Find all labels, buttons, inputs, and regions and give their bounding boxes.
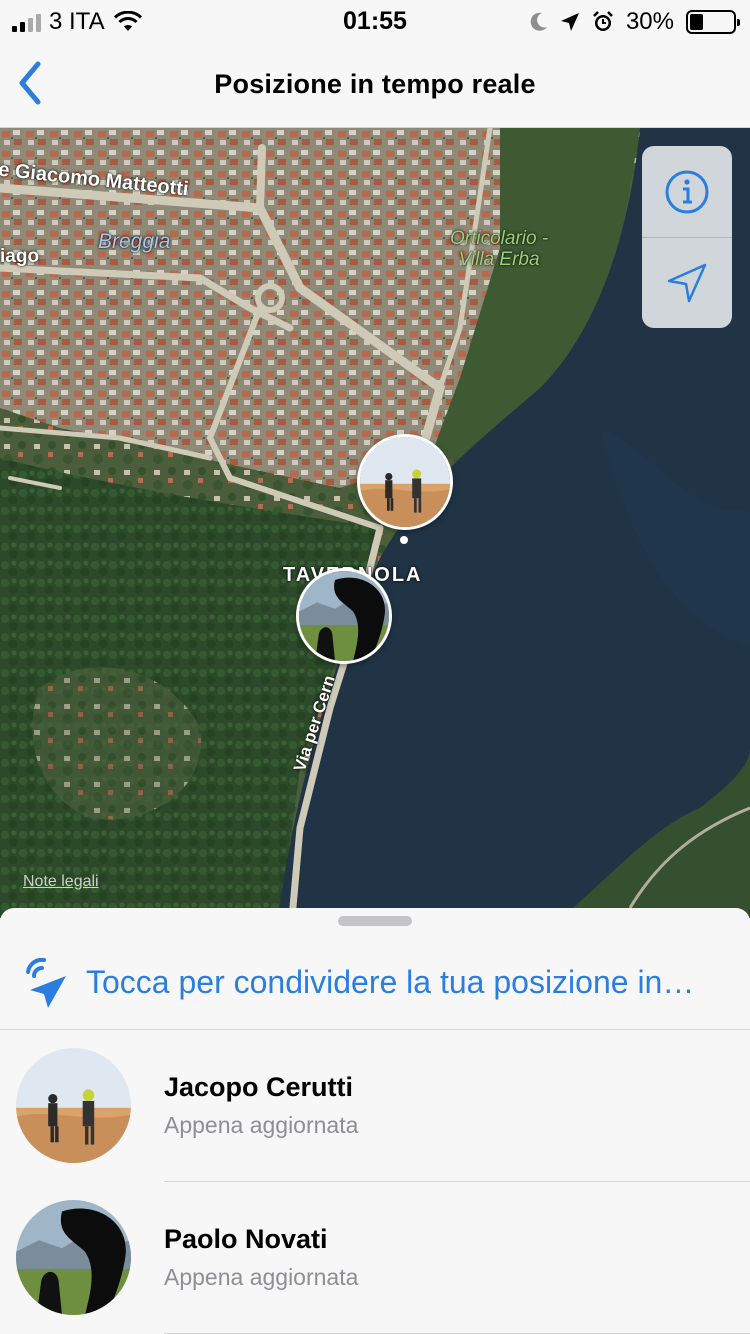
legal-notes-link[interactable]: Note legali <box>23 873 99 891</box>
park-label: Orticolario - Villa Erba <box>450 228 549 270</box>
battery-level <box>690 14 703 30</box>
river-label-breggia: Breggia <box>98 230 171 253</box>
map-controls <box>642 146 732 328</box>
battery-icon <box>686 10 740 34</box>
share-location-label: Tocca per condividere la tua posizione i… <box>86 964 695 1000</box>
map-pin-paolo[interactable] <box>296 568 392 664</box>
info-icon <box>665 170 709 213</box>
page-title: Posizione in tempo reale <box>214 69 536 99</box>
street-label-iago: iago <box>0 246 40 267</box>
map-info-button[interactable] <box>642 146 732 237</box>
sheet-grabber[interactable] <box>338 916 412 926</box>
avatar <box>16 1200 131 1315</box>
person-name: Paolo Novati <box>164 1224 328 1254</box>
person-name: Jacopo Cerutti <box>164 1072 354 1102</box>
bottom-sheet: Tocca per condividere la tua posizione i… <box>0 908 750 1334</box>
map-pin-jacopo[interactable] <box>357 434 453 530</box>
person-row-jacopo[interactable]: Jacopo Cerutti Appena aggiornata <box>0 1030 750 1182</box>
alarm-icon <box>593 11 613 31</box>
location-arrow-icon <box>560 13 579 31</box>
share-location-row[interactable]: Tocca per condividere la tua posizione i… <box>0 936 750 1030</box>
mountain-photo <box>299 571 389 661</box>
location-arrow-icon <box>667 263 707 303</box>
status-bar: 3 ITA 01:55 30% <box>0 0 750 40</box>
avatar <box>16 1048 131 1163</box>
desert-photo <box>16 1048 131 1163</box>
share-location-icon <box>26 958 66 1008</box>
map-view[interactable]: le Giacomo Matteotti Breggia iago Ortico… <box>0 128 750 918</box>
moon-icon <box>530 12 547 31</box>
desert-photo <box>360 437 450 527</box>
status-right: 30% <box>530 8 740 36</box>
mountain-photo <box>16 1200 131 1315</box>
person-status: Appena aggiornata <box>164 1112 359 1138</box>
navigation-bar: Posizione in tempo reale <box>0 40 750 128</box>
map-locate-button[interactable] <box>642 237 732 328</box>
person-status: Appena aggiornata <box>164 1264 359 1290</box>
battery-percent: 30% <box>625 8 674 35</box>
person-row-paolo[interactable]: Paolo Novati Appena aggiornata <box>0 1182 750 1334</box>
